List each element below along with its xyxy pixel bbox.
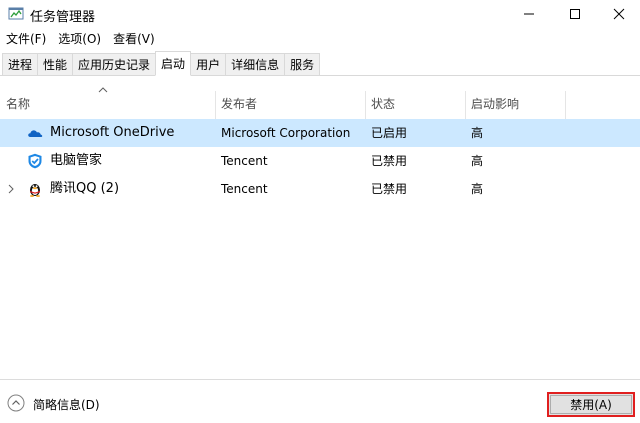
startup-item-publisher: Tencent xyxy=(221,182,268,196)
footer-bar: 简略信息(D) 禁用(A) xyxy=(0,379,640,423)
maximize-button[interactable] xyxy=(552,0,598,28)
startup-item-name: 腾讯QQ (2) xyxy=(50,181,120,196)
column-divider[interactable] xyxy=(565,91,566,119)
startup-item-name: 电脑管家 xyxy=(50,153,103,168)
table-row[interactable]: 电脑管家 Tencent 已禁用 高 xyxy=(0,147,640,175)
disable-button-label: 禁用(A) xyxy=(570,398,612,412)
window-title: 任务管理器 xyxy=(30,10,96,25)
startup-item-impact: 高 xyxy=(471,182,484,196)
chevron-right-icon[interactable] xyxy=(7,184,15,194)
tab-users[interactable]: 用户 xyxy=(190,53,227,75)
close-button[interactable] xyxy=(598,0,640,28)
startup-item-impact: 高 xyxy=(471,154,484,168)
task-manager-icon xyxy=(8,7,24,20)
startup-item-publisher: Tencent xyxy=(221,154,268,168)
tab-bar: 进程 性能 应用历史记录 启动 用户 详细信息 服务 xyxy=(0,51,640,76)
tab-processes[interactable]: 进程 xyxy=(2,53,39,75)
column-header-startup-impact[interactable]: 启动影响 xyxy=(465,89,565,119)
startup-item-name: Microsoft OneDrive xyxy=(50,125,175,140)
tab-app-history[interactable]: 应用历史记录 xyxy=(72,53,157,75)
disable-button[interactable]: 禁用(A) xyxy=(547,392,635,417)
tab-startup[interactable]: 启动 xyxy=(155,51,192,76)
menu-view[interactable]: 查看(V) xyxy=(107,29,161,49)
menu-bar: 文件(F) 选项(O) 查看(V) xyxy=(0,29,640,49)
maximize-icon xyxy=(570,9,580,19)
minimize-button[interactable] xyxy=(506,0,552,28)
column-header-name[interactable]: 名称 xyxy=(0,89,215,119)
collapse-details-icon[interactable] xyxy=(7,394,25,412)
fewer-details-link[interactable]: 简略信息(D) xyxy=(33,396,100,413)
close-icon xyxy=(613,8,625,20)
startup-list: Microsoft OneDrive Microsoft Corporation… xyxy=(0,119,640,203)
startup-item-status: 已禁用 xyxy=(371,154,408,168)
startup-item-publisher: Microsoft Corporation xyxy=(221,126,351,140)
qq-penguin-icon xyxy=(30,184,40,197)
startup-item-impact: 高 xyxy=(471,126,484,140)
tab-performance[interactable]: 性能 xyxy=(37,53,74,75)
column-header-row: 名称 发布者 状态 启动影响 xyxy=(0,89,640,119)
table-row[interactable]: 腾讯QQ (2) Tencent 已禁用 高 xyxy=(0,175,640,203)
menu-file[interactable]: 文件(F) xyxy=(0,29,52,49)
startup-item-status: 已启用 xyxy=(371,126,408,140)
table-row[interactable]: Microsoft OneDrive Microsoft Corporation… xyxy=(0,119,640,147)
startup-item-status: 已禁用 xyxy=(371,182,408,196)
tab-services[interactable]: 服务 xyxy=(284,53,321,75)
tab-details[interactable]: 详细信息 xyxy=(225,53,286,75)
minimize-icon xyxy=(524,13,534,15)
column-header-status[interactable]: 状态 xyxy=(365,89,465,119)
column-header-publisher[interactable]: 发布者 xyxy=(215,89,365,119)
pc-manager-icon xyxy=(28,153,42,169)
title-bar: 任务管理器 xyxy=(0,0,640,28)
menu-options[interactable]: 选项(O) xyxy=(52,29,107,49)
onedrive-icon xyxy=(28,130,43,137)
